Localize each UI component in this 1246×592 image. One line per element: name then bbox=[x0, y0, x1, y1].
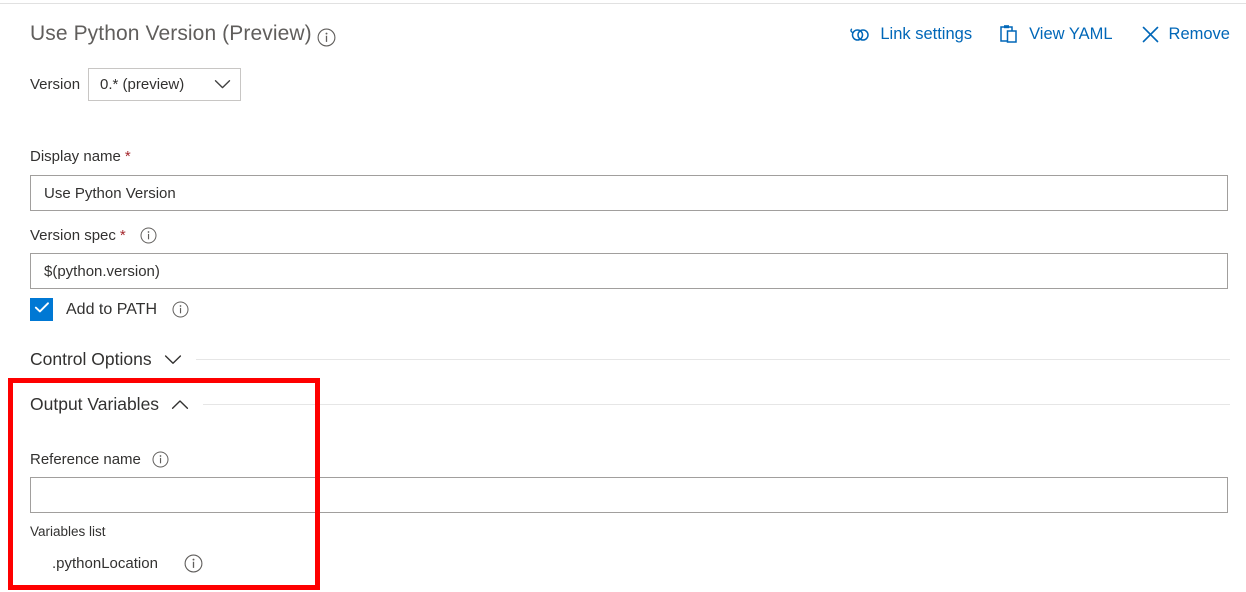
add-to-path-checkbox[interactable] bbox=[30, 298, 53, 321]
checkmark-icon bbox=[34, 301, 50, 319]
display-name-label-text: Display name bbox=[30, 148, 121, 165]
section-control-options[interactable]: Control Options bbox=[30, 349, 1230, 370]
header-actions: Link settings View YAML Remove bbox=[849, 24, 1230, 45]
display-name-label: Display name * bbox=[30, 148, 131, 165]
view-yaml-button[interactable]: View YAML bbox=[1000, 24, 1112, 45]
version-spec-input[interactable]: $(python.version) bbox=[30, 253, 1228, 289]
section-divider bbox=[196, 359, 1230, 360]
version-spec-value: $(python.version) bbox=[44, 263, 160, 280]
info-icon[interactable] bbox=[172, 301, 189, 318]
clipboard-icon bbox=[1000, 24, 1020, 45]
chevron-up-icon bbox=[171, 399, 189, 411]
version-select-value: 0.* (preview) bbox=[100, 76, 214, 93]
info-icon[interactable] bbox=[140, 227, 157, 244]
link-settings-button[interactable]: Link settings bbox=[849, 25, 972, 44]
version-select[interactable]: 0.* (preview) bbox=[88, 68, 241, 101]
display-name-input[interactable]: Use Python Version bbox=[30, 175, 1228, 211]
version-label: Version bbox=[30, 76, 80, 93]
view-yaml-label: View YAML bbox=[1029, 25, 1112, 44]
version-row: Version 0.* (preview) bbox=[30, 68, 241, 101]
page-title: Use Python Version (Preview) bbox=[30, 22, 312, 46]
chevron-down-icon bbox=[164, 354, 182, 366]
reference-name-input[interactable] bbox=[30, 477, 1228, 513]
remove-button[interactable]: Remove bbox=[1141, 25, 1230, 44]
add-to-path-row: Add to PATH bbox=[30, 298, 189, 321]
section-output-variables-title: Output Variables bbox=[30, 394, 159, 415]
variables-list-label: Variables list bbox=[30, 524, 106, 539]
info-icon[interactable] bbox=[152, 451, 169, 468]
display-name-value: Use Python Version bbox=[44, 185, 176, 202]
add-to-path-label: Add to PATH bbox=[66, 301, 157, 319]
required-marker: * bbox=[125, 148, 131, 165]
section-control-options-title: Control Options bbox=[30, 349, 152, 370]
required-marker: * bbox=[120, 227, 126, 244]
reference-name-label: Reference name bbox=[30, 451, 169, 468]
top-divider bbox=[0, 3, 1246, 4]
info-icon[interactable] bbox=[184, 554, 203, 573]
reference-name-label-text: Reference name bbox=[30, 451, 141, 468]
info-icon[interactable] bbox=[317, 28, 336, 52]
section-output-variables[interactable]: Output Variables bbox=[30, 394, 1230, 415]
close-icon bbox=[1141, 25, 1160, 44]
list-item: .pythonLocation bbox=[52, 554, 203, 573]
chevron-down-icon bbox=[214, 79, 231, 90]
version-spec-label-text: Version spec bbox=[30, 227, 116, 244]
section-divider bbox=[203, 404, 1230, 405]
remove-label: Remove bbox=[1169, 25, 1230, 44]
version-spec-label: Version spec * bbox=[30, 227, 157, 244]
variable-name: .pythonLocation bbox=[52, 555, 158, 572]
link-icon bbox=[849, 26, 871, 44]
link-settings-label: Link settings bbox=[880, 25, 972, 44]
task-header: Use Python Version (Preview) Link settin… bbox=[0, 22, 1246, 62]
